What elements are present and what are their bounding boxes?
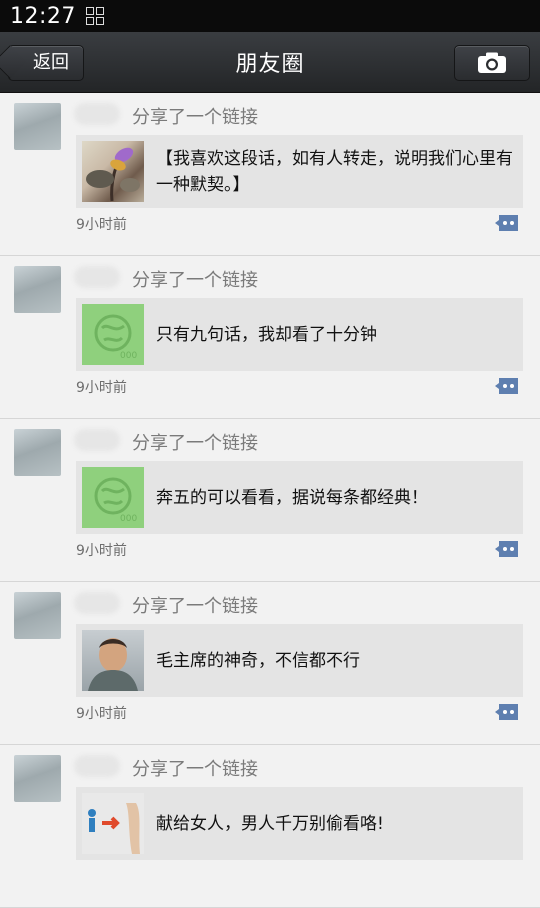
link-card[interactable]: 献给女人，男人千万别偷看咯! [76,787,523,860]
post-action-text: 分享了一个链接 [132,759,258,780]
link-title: 献给女人，男人千万别偷看咯! [156,813,384,834]
comment-icon[interactable] [494,702,520,722]
avatar[interactable] [14,103,61,150]
status-time: 12:27 [10,3,76,29]
link-thumbnail [82,141,144,202]
link-title: 只有九句话，我却看了十分钟 [156,324,377,345]
link-card[interactable]: 毛主席的神奇，不信都不行 [76,624,523,697]
post-time: 9小时前 [76,380,127,396]
post-action-text: 分享了一个链接 [132,596,258,617]
user-name-blurred[interactable] [74,755,120,777]
avatar[interactable] [14,755,61,802]
camera-button[interactable] [454,45,530,81]
flower-painting-icon [86,147,140,202]
camera-icon [478,52,506,73]
post-time: 9小时前 [76,543,127,559]
default-link-icon: 000 [94,477,137,524]
nav-bar: 返回 朋友圈 [0,32,540,93]
avatar[interactable] [14,592,61,639]
app-grid-icon [85,7,104,25]
page-title: 朋友圈 [235,52,305,77]
link-title: 毛主席的神奇，不信都不行 [156,650,360,671]
link-card[interactable]: 000 奔五的可以看看，据说每条都经典！ [76,461,523,534]
link-thumbnail: 000 [82,467,144,528]
status-bar: 12:27 [0,0,540,32]
post-action-text: 分享了一个链接 [132,107,258,128]
feed-post: 分享了一个链接 献给女人，男人千万别偷看咯! [0,745,540,908]
back-button-label: 返回 [33,52,69,73]
link-thumbnail [82,793,144,854]
post-action-text: 分享了一个链接 [132,270,258,291]
comment-icon[interactable] [494,376,520,396]
comment-icon[interactable] [494,213,520,233]
post-time: 9小时前 [76,706,127,722]
svg-text:000: 000 [120,514,137,524]
post-time: 9小时前 [76,217,127,233]
user-name-blurred[interactable] [74,429,120,451]
back-button[interactable]: 返回 [8,45,84,81]
portrait-photo-icon [88,638,138,691]
comment-icon[interactable] [494,539,520,559]
link-card[interactable]: 【我喜欢这段话，如有人转走，说明我们心里有一种默契。】 [76,135,523,208]
default-link-icon: 000 [94,314,137,361]
user-name-blurred[interactable] [74,266,120,288]
user-name-blurred[interactable] [74,103,120,125]
feed-post: 分享了一个链接 000 只有九句话，我却看了十分钟 9小时前 [0,256,540,419]
feed-post: 分享了一个链接 【我喜欢这段话，如有人转走，说明我们心里有一种默契。】 9小时前 [0,93,540,256]
link-thumbnail: 000 [82,304,144,365]
feed-post: 分享了一个链接 毛主席的神奇，不信都不行 9小时前 [0,582,540,745]
moments-feed[interactable]: 分享了一个链接 【我喜欢这段话，如有人转走，说明我们心里有一种默契。】 9小时前… [0,93,540,908]
link-title: 奔五的可以看看，据说每条都经典！ [156,487,428,508]
avatar[interactable] [14,429,61,476]
svg-text:000: 000 [120,351,137,361]
post-action-text: 分享了一个链接 [132,433,258,454]
link-card[interactable]: 000 只有九句话，我却看了十分钟 [76,298,523,371]
link-thumbnail [82,630,144,691]
avatar[interactable] [14,266,61,313]
link-title: 【我喜欢这段话，如有人转走，说明我们心里有一种默契。】 [156,148,513,195]
feed-post: 分享了一个链接 000 奔五的可以看看，据说每条都经典！ 9小时前 [0,419,540,582]
user-name-blurred[interactable] [74,592,120,614]
restroom-sign-icon [88,803,140,854]
